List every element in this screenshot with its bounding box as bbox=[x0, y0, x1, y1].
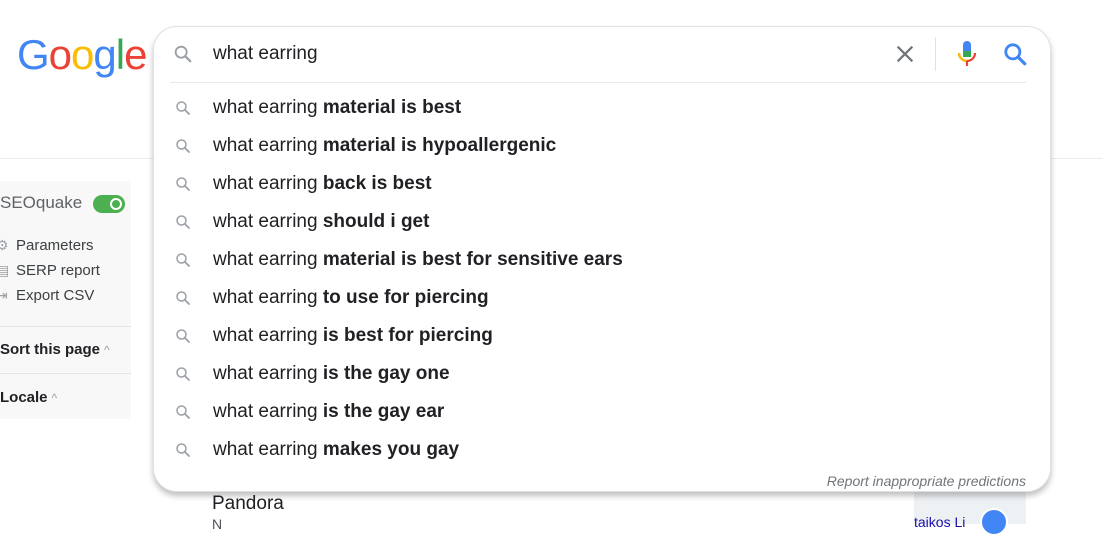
search-icon bbox=[176, 367, 190, 381]
suggestion-item[interactable]: what earring material is best for sensit… bbox=[154, 241, 1050, 279]
suggestion-completion: material is hypoallergenic bbox=[322, 135, 557, 156]
suggestion-text: what earring makes you gay bbox=[213, 439, 459, 461]
seoquake-item-label: Parameters bbox=[16, 236, 94, 254]
suggestion-text: what earring material is best for sensit… bbox=[213, 249, 623, 271]
search-input[interactable] bbox=[213, 41, 873, 67]
suggestion-prefix: what earring bbox=[213, 439, 323, 460]
suggestion-item[interactable]: what earring should i get bbox=[154, 203, 1050, 241]
logo-letter: o bbox=[48, 31, 72, 78]
suggestion-completion: material is best for sensitive ears bbox=[322, 249, 623, 270]
chevron-up-icon: ^ bbox=[104, 343, 110, 357]
suggestion-prefix: what earring bbox=[213, 249, 323, 270]
suggestion-prefix: what earring bbox=[213, 135, 323, 156]
seoquake-item-label: Export CSV bbox=[16, 286, 95, 304]
suggestion-text: what earring should i get bbox=[213, 211, 429, 233]
suggestion-item[interactable]: what earring is the gay one bbox=[154, 355, 1050, 393]
report-icon: ▤ bbox=[0, 261, 10, 278]
logo-letter: e bbox=[124, 31, 147, 78]
suggestion-text: what earring is best for piercing bbox=[213, 325, 493, 347]
search-button[interactable] bbox=[1002, 41, 1028, 67]
suggestion-prefix: what earring bbox=[213, 211, 323, 232]
suggestion-item[interactable]: what earring makes you gay bbox=[154, 431, 1050, 469]
search-icon bbox=[176, 405, 190, 419]
suggestion-completion: should i get bbox=[322, 211, 430, 232]
locale-label: Locale bbox=[0, 389, 48, 406]
suggestion-item[interactable]: what earring material is hypoallergenic bbox=[154, 127, 1050, 165]
seoquake-export-csv[interactable]: ⇥ Export CSV bbox=[0, 285, 94, 305]
chevron-up-icon: ^ bbox=[51, 391, 58, 405]
suggestion-prefix: what earring bbox=[213, 97, 323, 118]
search-icon bbox=[176, 291, 190, 305]
logo-letter: g bbox=[93, 31, 116, 78]
report-predictions-link[interactable]: Report inappropriate predictions bbox=[827, 473, 1026, 489]
microphone-icon[interactable] bbox=[954, 39, 980, 69]
locale[interactable]: Locale ^ bbox=[0, 389, 57, 406]
sort-label: Sort this page bbox=[0, 341, 101, 358]
sort-this-page[interactable]: Sort this page ^ bbox=[0, 341, 110, 358]
suggestion-prefix: what earring bbox=[213, 363, 323, 384]
suggestion-text: what earring back is best bbox=[213, 173, 432, 195]
map-label: taikos Li bbox=[914, 514, 966, 530]
suggestion-item[interactable]: what earring to use for piercing bbox=[154, 279, 1050, 317]
search-icon bbox=[176, 253, 190, 267]
suggestion-completion: is the gay one bbox=[322, 363, 450, 384]
suggestion-prefix: what earring bbox=[213, 401, 323, 422]
logo-letter: o bbox=[71, 31, 94, 78]
seoquake-item-label: SERP report bbox=[16, 261, 100, 279]
suggestion-item[interactable]: what earring material is best bbox=[154, 89, 1050, 127]
search-icon bbox=[174, 45, 192, 63]
divider bbox=[0, 326, 131, 327]
suggestion-completion: back is best bbox=[322, 173, 432, 194]
search-icon bbox=[176, 215, 190, 229]
result-snippet: N bbox=[212, 516, 223, 532]
suggestion-prefix: what earring bbox=[213, 287, 323, 308]
suggestion-completion: makes you gay bbox=[322, 439, 460, 460]
search-icon bbox=[176, 443, 190, 457]
suggestion-completion: material is best bbox=[322, 97, 462, 118]
result-title[interactable]: Pandora bbox=[212, 493, 284, 515]
export-icon: ⇥ bbox=[0, 286, 8, 303]
search-icon bbox=[176, 329, 190, 343]
divider bbox=[935, 37, 936, 71]
suggestion-text: what earring material is best bbox=[213, 97, 461, 119]
suggestion-text: what earring to use for piercing bbox=[213, 287, 489, 309]
search-icon bbox=[176, 101, 190, 115]
search-icon bbox=[176, 177, 190, 191]
suggestion-completion: is the gay ear bbox=[322, 401, 445, 422]
clear-button[interactable] bbox=[892, 41, 918, 67]
seoquake-parameters[interactable]: ⚙ Parameters bbox=[0, 235, 94, 255]
logo-letter: l bbox=[115, 31, 125, 78]
suggestion-completion: is best for piercing bbox=[322, 325, 493, 346]
seoquake-title: SEOquake bbox=[0, 193, 83, 212]
seoquake-serp-report[interactable]: ▤ SERP report bbox=[0, 260, 100, 280]
suggestion-prefix: what earring bbox=[213, 173, 323, 194]
gear-icon: ⚙ bbox=[0, 236, 9, 253]
suggestion-text: what earring material is hypoallergenic bbox=[213, 135, 556, 157]
map-pin-icon bbox=[980, 508, 1008, 536]
seoquake-panel: SEOquake ⚙ Parameters ▤ SERP report ⇥ Ex… bbox=[0, 181, 131, 419]
search-icon bbox=[176, 139, 190, 153]
google-logo[interactable]: Google bbox=[17, 30, 147, 80]
suggestion-prefix: what earring bbox=[213, 325, 323, 346]
divider bbox=[0, 373, 131, 374]
seoquake-toggle[interactable] bbox=[93, 195, 125, 213]
close-icon bbox=[896, 45, 914, 63]
logo-letter: G bbox=[17, 31, 50, 78]
suggestion-item[interactable]: what earring back is best bbox=[154, 165, 1050, 203]
suggestion-completion: to use for piercing bbox=[322, 287, 489, 308]
divider bbox=[170, 82, 1026, 83]
suggestion-item[interactable]: what earring is best for piercing bbox=[154, 317, 1050, 355]
search-dropdown: what earring material is best what earri… bbox=[153, 26, 1051, 492]
suggestion-item[interactable]: what earring is the gay ear bbox=[154, 393, 1050, 431]
suggestion-text: what earring is the gay ear bbox=[213, 401, 444, 423]
suggestion-text: what earring is the gay one bbox=[213, 363, 450, 385]
suggestion-list: what earring material is best what earri… bbox=[154, 89, 1050, 469]
